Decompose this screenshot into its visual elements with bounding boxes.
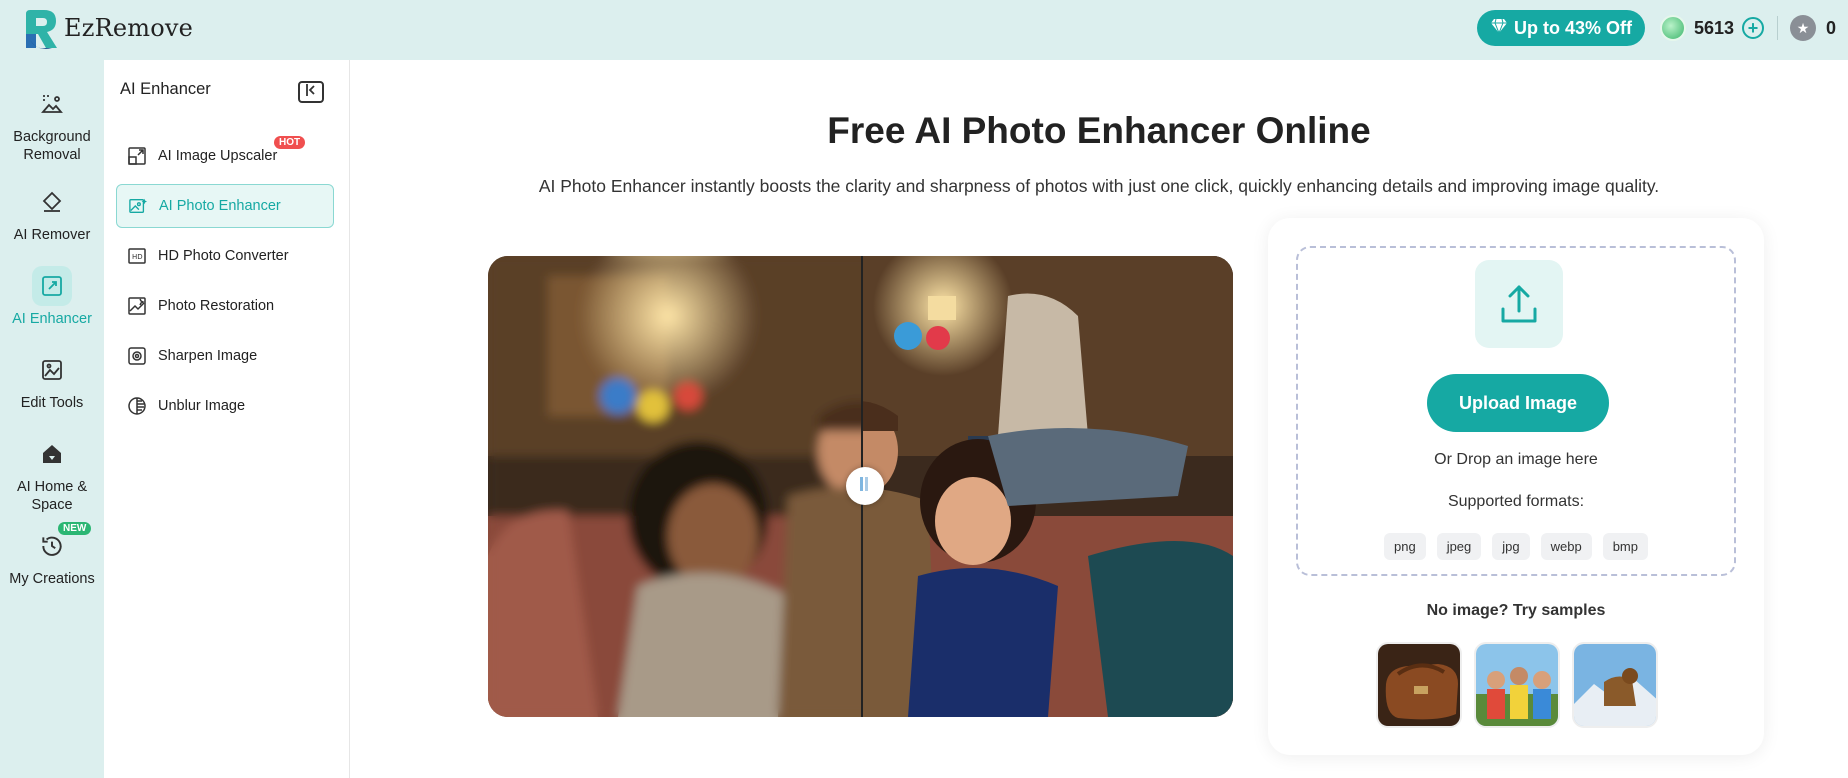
format-tag: png [1383,533,1426,560]
rail-item-my-creations[interactable]: NEW My Creations [0,522,104,588]
menu-item-photo-restoration[interactable]: Photo Restoration [116,284,334,328]
rail-label: My Creations [9,571,95,587]
new-badge: NEW [58,522,92,535]
background-removal-icon [32,84,72,124]
credits-count: 5613 [1694,17,1735,38]
stars-balance: ★ 0 [1790,12,1836,44]
samples-label: No image? Try samples [1426,602,1606,619]
image-edit-icon [32,350,72,390]
comparison-slider-handle[interactable] [846,467,884,505]
page-title: Free AI Photo Enhancer Online [827,110,1371,151]
enhance-icon [32,266,72,306]
menu-item-label: Unblur Image [158,398,246,414]
image-dropzone[interactable]: Upload Image Or Drop an image here Suppo… [1296,246,1736,576]
format-tag: jpeg [1436,533,1482,560]
promo-label: Up to 43% Off [1513,17,1632,38]
drop-hint: Or Drop an image here [1434,451,1598,468]
menu-item-label: Photo Restoration [158,298,275,314]
menu-item-unblur-image[interactable]: Unblur Image [116,384,334,428]
rail-label: AI Remover [13,227,91,243]
menu-item-label: HD Photo Converter [158,248,289,264]
header-divider [1777,16,1778,40]
rail-label: Background Removal [13,129,91,163]
promo-button[interactable]: Up to 43% Off [1477,10,1645,46]
rail-label: AI Home & Space [16,479,88,513]
rail-item-ai-home-space[interactable]: AI Home & Space [0,434,104,514]
sharpen-icon [128,347,146,365]
slider-grip-icon [857,475,873,498]
unblur-icon [128,397,146,415]
home-icon [32,434,72,474]
menu-item-hd-photo-converter[interactable]: HD HD Photo Converter [116,234,334,278]
credit-coin-icon [1660,15,1686,41]
format-tag: jpg [1492,533,1530,560]
page-subtitle: AI Photo Enhancer instantly boosts the c… [538,176,1660,196]
menu-item-ai-image-upscaler[interactable]: AI Image Upscaler HOT [116,134,334,178]
sample-image-friends[interactable] [1474,642,1560,728]
menu-item-sharpen-image[interactable]: Sharpen Image [116,334,334,378]
format-tag: bmp [1602,533,1648,560]
hd-icon: HD [128,247,146,265]
rail-item-ai-remover[interactable]: AI Remover [0,182,104,244]
rail-item-background-removal[interactable]: Background Removal [0,84,104,164]
menu-item-ai-photo-enhancer[interactable]: AI Photo Enhancer [116,184,334,228]
supported-formats-label: Supported formats: [1447,493,1585,510]
left-rail: Background Removal AI Remover AI Enhance… [0,60,104,778]
top-header: EzRemove Up to 43% Off 5613 + ★ 0 [0,0,1848,60]
format-list: png jpeg jpg webp bmp [1298,533,1734,560]
sample-image-bag[interactable] [1376,642,1462,728]
upload-card: Upload Image Or Drop an image here Suppo… [1268,218,1764,755]
eraser-icon [32,182,72,222]
rail-label: AI Enhancer [12,311,92,327]
rail-item-edit-tools[interactable]: Edit Tools [0,350,104,412]
format-tag: webp [1540,533,1592,560]
diamond-icon [1490,18,1508,39]
photo-enhance-icon [129,197,147,215]
panel-title: AI Enhancer [120,80,211,98]
menu-item-label: AI Photo Enhancer [159,198,281,214]
menu-item-label: Sharpen Image [158,348,258,364]
upload-image-button[interactable]: Upload Image [1427,374,1609,432]
credits-balance: 5613 + [1660,12,1765,44]
rail-item-ai-enhancer[interactable]: AI Enhancer [0,266,104,328]
rail-label: Edit Tools [20,395,84,411]
sample-images [1376,642,1658,728]
add-credits-icon[interactable]: + [1742,17,1765,39]
upscale-icon [128,147,146,165]
stars-count: 0 [1826,17,1837,38]
sample-image-dog[interactable] [1572,642,1658,728]
collapse-icon [304,83,318,101]
menu-item-label: AI Image Upscaler [158,148,278,164]
hot-badge: HOT [274,136,306,149]
logo-mark-icon [22,8,62,49]
restore-icon [128,297,146,315]
app-name: EzRemove [64,14,194,42]
app-logo[interactable]: EzRemove [22,8,194,49]
upload-icon [1475,260,1563,348]
star-coin-icon: ★ [1790,15,1816,41]
collapse-panel-button[interactable] [298,81,324,103]
svg-text:HD: HD [132,253,143,261]
tool-panel: AI Enhancer AI Image Upscaler HOT AI Pho… [104,60,350,778]
